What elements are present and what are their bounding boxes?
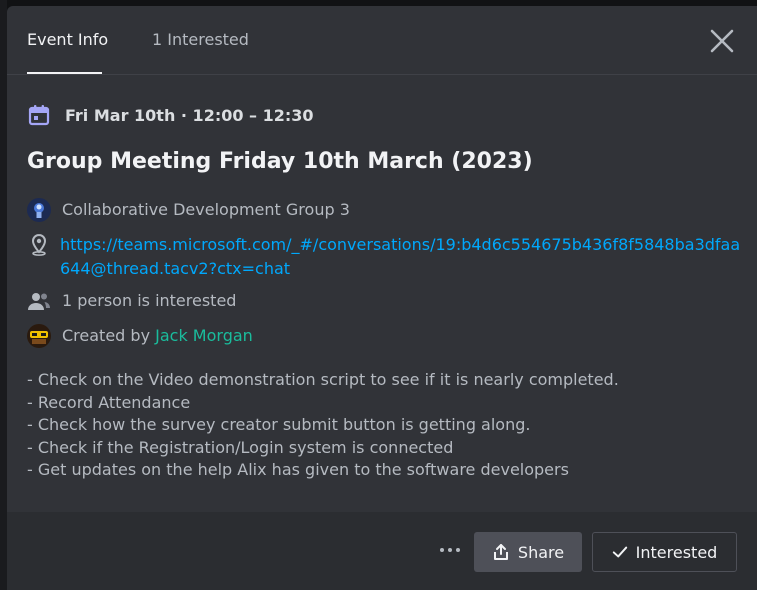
interested-label: Interested bbox=[635, 542, 718, 562]
event-datetime: Fri Mar 10th · 12:00 – 12:30 bbox=[65, 105, 314, 125]
description-line: - Check if the Registration/Login system… bbox=[27, 437, 454, 457]
group-name: Collaborative Development Group 3 bbox=[62, 200, 350, 219]
close-button[interactable] bbox=[707, 26, 737, 56]
event-title: Group Meeting Friday 10th March (2023) bbox=[27, 149, 533, 174]
creator-row: Created by Jack Morgan bbox=[27, 324, 253, 348]
group-avatar bbox=[27, 198, 51, 222]
share-button[interactable]: Share bbox=[474, 532, 582, 572]
calendar-icon bbox=[28, 105, 50, 126]
backdrop-strip bbox=[0, 0, 7, 590]
location-icon bbox=[31, 233, 47, 256]
tab-interested[interactable]: 1 Interested bbox=[152, 30, 249, 49]
group-row: Collaborative Development Group 3 bbox=[27, 198, 350, 222]
description-line: - Get updates on the help Alix has given… bbox=[27, 460, 569, 479]
share-label: Share bbox=[517, 542, 565, 562]
check-icon bbox=[612, 544, 628, 560]
location-row: https://teams.microsoft.com/_#/conversat… bbox=[27, 233, 750, 281]
modal-footer: Share Interested bbox=[7, 512, 757, 590]
created-by: Created by Jack Morgan bbox=[62, 324, 253, 348]
share-icon bbox=[492, 543, 510, 561]
interested-row: 1 person is interested bbox=[27, 289, 236, 313]
creator-name[interactable]: Jack Morgan bbox=[155, 326, 253, 345]
event-modal: Event Info 1 Interested Fri Mar 10th · 1… bbox=[7, 6, 757, 590]
description-line: - Record Attendance bbox=[27, 392, 191, 412]
more-icon bbox=[440, 548, 460, 552]
event-description: - Check on the Video demonstration scrip… bbox=[27, 369, 727, 482]
interested-count: 1 person is interested bbox=[62, 291, 237, 310]
description-line: - Check on the Video demonstration scrip… bbox=[27, 370, 619, 389]
people-icon bbox=[28, 293, 50, 310]
event-datetime-row: Fri Mar 10th · 12:00 – 12:30 bbox=[27, 103, 314, 127]
tab-event-info[interactable]: Event Info bbox=[27, 30, 108, 49]
creator-avatar bbox=[27, 324, 51, 348]
interested-button[interactable]: Interested bbox=[592, 532, 737, 572]
tab-bar: Event Info 1 Interested bbox=[7, 6, 757, 75]
more-button[interactable] bbox=[439, 542, 461, 558]
event-location-link[interactable]: https://teams.microsoft.com/_#/conversat… bbox=[60, 233, 750, 281]
tab-active-indicator bbox=[27, 72, 102, 74]
description-line: - Check how the survey creator submit bu… bbox=[27, 415, 531, 434]
close-icon bbox=[710, 29, 734, 53]
created-by-label: Created by bbox=[62, 326, 156, 345]
